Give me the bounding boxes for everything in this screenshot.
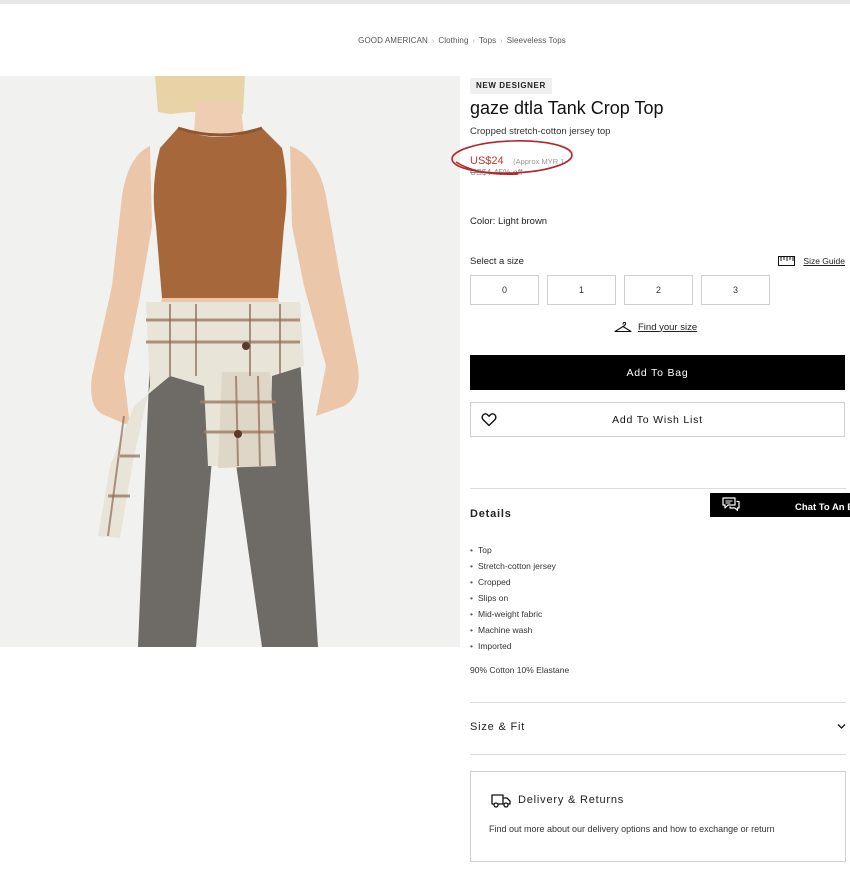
fabric-composition: 90% Cotton 10% Elastane xyxy=(470,665,570,675)
was-price: US$4 xyxy=(470,167,492,177)
size-guide-link[interactable]: Size Guide xyxy=(778,256,845,266)
add-to-bag-button[interactable]: Add To Bag xyxy=(470,355,845,390)
details-item: Slips on xyxy=(470,590,556,606)
breadcrumb-sleeveless-tops[interactable]: Sleeveless Tops xyxy=(507,36,566,45)
add-to-wishlist-label: Add To Wish List xyxy=(612,413,703,426)
details-item: Machine wash xyxy=(470,622,556,638)
details-item: Top xyxy=(470,542,556,558)
find-your-size-link[interactable]: Find your size xyxy=(614,321,697,333)
price-approx: (Approx MYR 1 xyxy=(513,157,565,166)
chevron-down-icon xyxy=(837,724,846,729)
product-title: gaze dtla Tank Crop Top xyxy=(470,98,664,118)
details-heading[interactable]: Details xyxy=(470,508,512,520)
breadcrumb-separator: › xyxy=(431,38,435,45)
details-item: Cropped xyxy=(470,574,556,590)
current-price: US$24 xyxy=(470,155,504,167)
size-option-0[interactable]: 0 xyxy=(470,275,539,305)
original-price: US$4 45% off xyxy=(470,167,522,177)
section-divider xyxy=(470,754,846,755)
delivery-returns-panel[interactable]: Delivery & Returns Find out more about o… xyxy=(470,771,846,862)
product-photo xyxy=(91,76,359,647)
chat-label: Chat To An E xyxy=(795,502,850,513)
chat-button[interactable]: Chat To An E xyxy=(710,493,850,517)
size-fit-accordion[interactable]: Size & Fit xyxy=(470,721,846,733)
product-image[interactable] xyxy=(0,76,460,647)
add-to-wishlist-button[interactable]: Add To Wish List xyxy=(470,402,845,437)
chat-bubble-icon xyxy=(722,497,740,512)
details-item: Mid-weight fabric xyxy=(470,606,556,622)
section-divider xyxy=(470,488,846,489)
details-item: Imported xyxy=(470,638,556,654)
breadcrumb-separator: › xyxy=(472,38,475,45)
size-fit-heading: Size & Fit xyxy=(470,721,526,733)
heart-icon xyxy=(481,413,497,427)
size-option-1[interactable]: 1 xyxy=(547,275,616,305)
breadcrumb-separator: › xyxy=(500,38,503,45)
ruler-icon xyxy=(778,256,796,266)
breadcrumb: GOOD AMERICAN › Clothing › Tops › Sleeveless T… xyxy=(0,36,850,45)
size-option-2[interactable]: 2 xyxy=(624,275,693,305)
details-item: Stretch-cotton jersey xyxy=(470,558,556,574)
top-divider xyxy=(0,0,850,4)
breadcrumb-tops[interactable]: Tops xyxy=(479,36,496,45)
hanger-icon xyxy=(614,321,632,333)
product-subtitle: Cropped stretch-cotton jersey top xyxy=(470,126,611,137)
details-list: Top Stretch-cotton jersey Cropped Slips … xyxy=(470,542,556,654)
delivery-returns-heading: Delivery & Returns xyxy=(518,794,625,806)
truck-icon xyxy=(491,794,511,808)
breadcrumb-brand[interactable]: GOOD AMERICAN xyxy=(358,36,428,45)
delivery-returns-text: Find out more about our delivery options… xyxy=(489,824,775,834)
size-guide-label: Size Guide xyxy=(803,256,845,266)
size-options: 0 1 2 3 xyxy=(470,275,770,305)
breadcrumb-clothing[interactable]: Clothing xyxy=(438,36,468,45)
discount-percent: 45% off xyxy=(493,167,523,177)
find-your-size-label: Find your size xyxy=(638,321,698,333)
color-label: Color: Light brown xyxy=(470,216,548,227)
new-designer-badge: NEW DESIGNER xyxy=(470,78,552,94)
select-size-label: Select a size xyxy=(470,256,524,267)
section-divider xyxy=(470,702,846,703)
size-option-3[interactable]: 3 xyxy=(701,275,770,305)
